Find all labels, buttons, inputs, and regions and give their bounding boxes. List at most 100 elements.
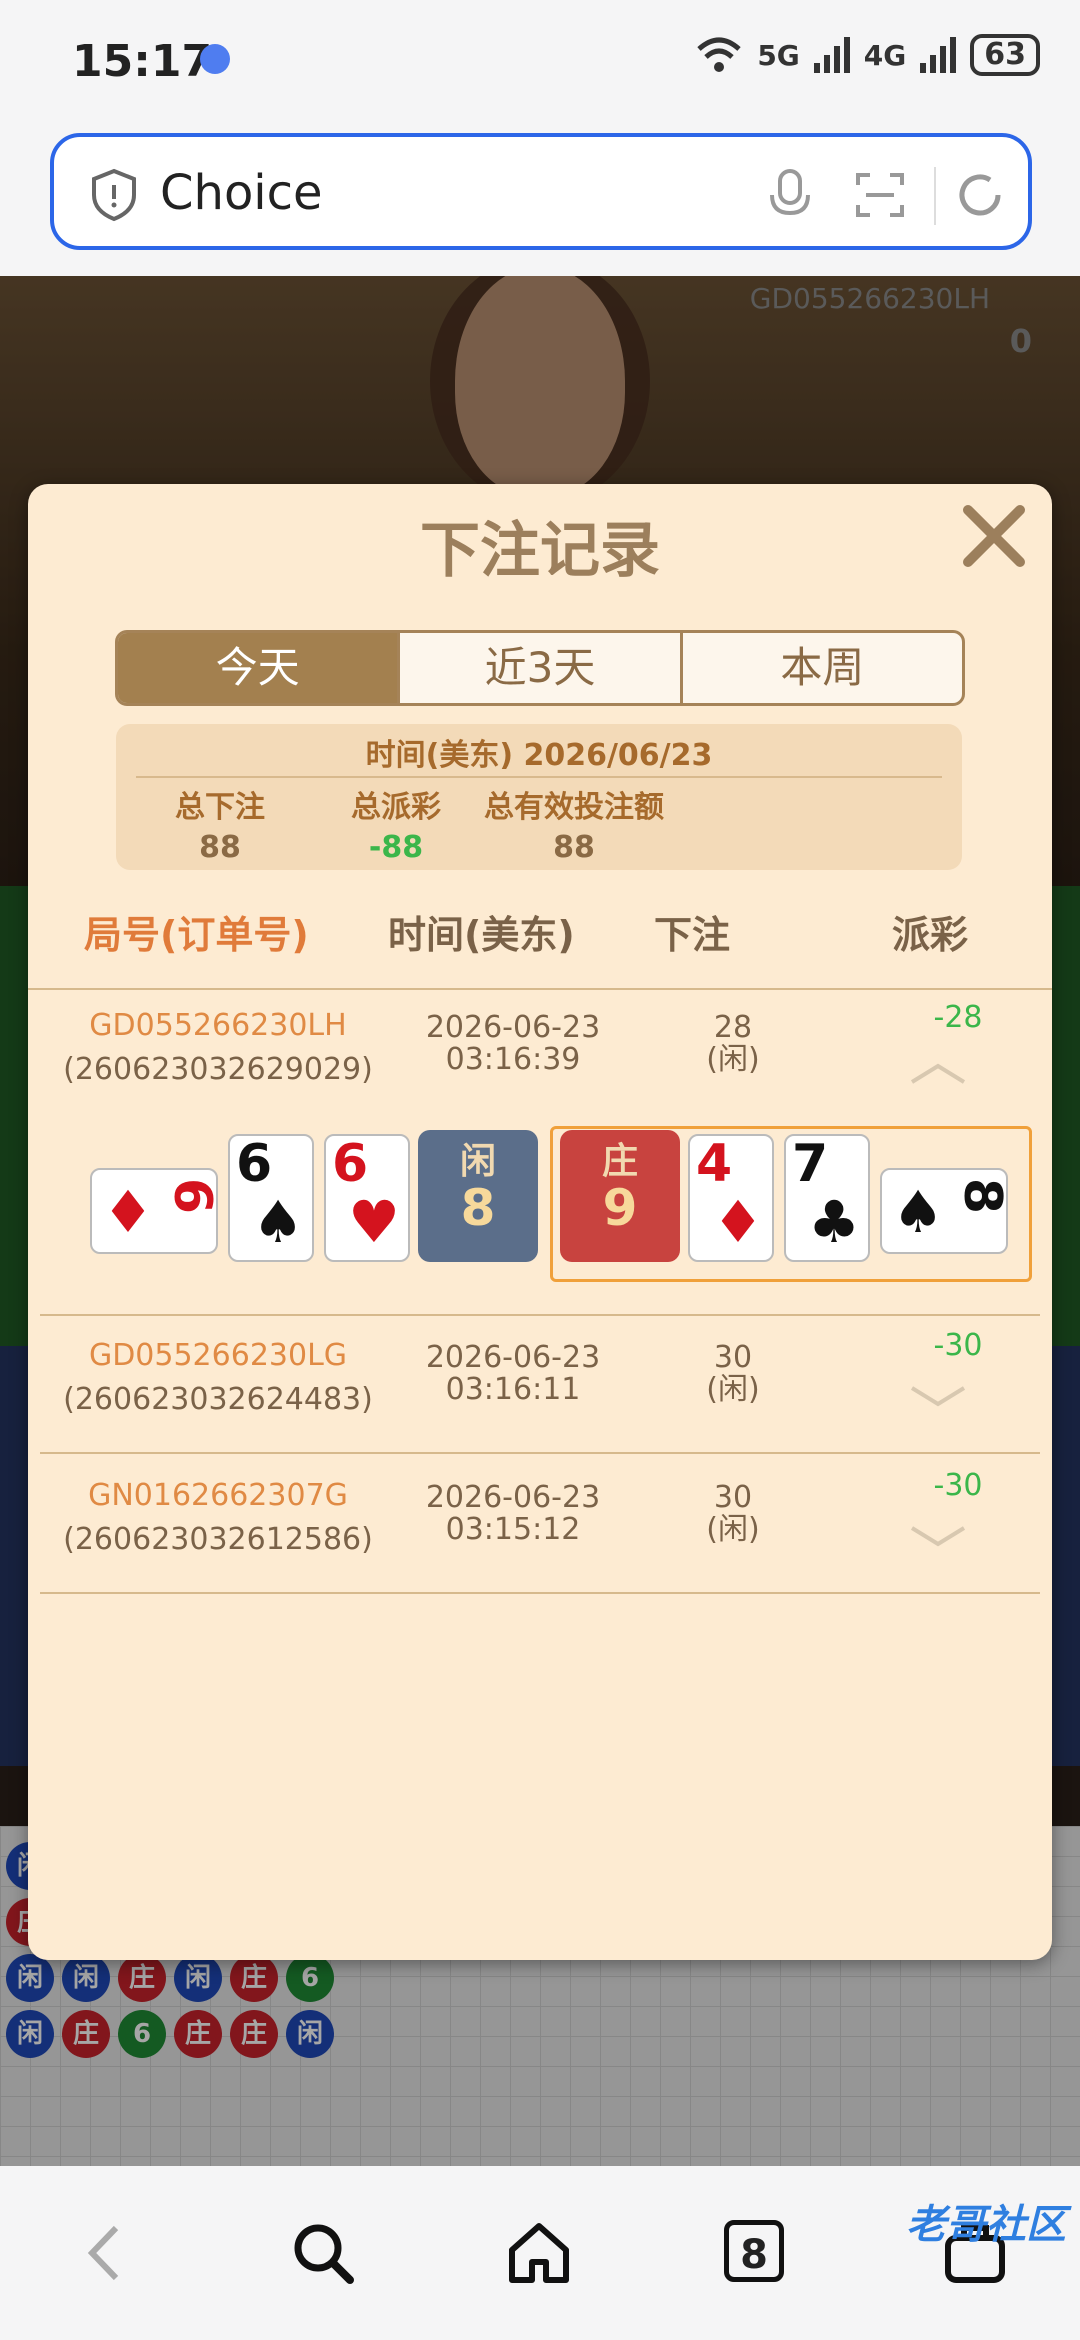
bet-cell: 28 (闲) — [658, 1012, 808, 1076]
round-result: 6 ♦ 6 ♠ 6 ♥ 闲 8 庄 9 4 ♦ 7 ♣ 8 ♠ — [28, 1126, 1052, 1282]
divider — [934, 167, 936, 225]
card-suit: ♠ — [252, 1188, 304, 1256]
tabs-count-button[interactable]: 8 — [724, 2220, 784, 2282]
header-payout: 派彩 — [892, 913, 969, 957]
battery-icon: 63 — [970, 34, 1040, 76]
order-id: (260623032629029) — [63, 1052, 373, 1087]
order-id: (260623032624483) — [63, 1382, 373, 1417]
microphone-icon[interactable] — [760, 165, 820, 225]
time-cell: 2026-06-23 03:16:11 — [383, 1342, 643, 1406]
clock: 15:17 — [72, 36, 213, 87]
bet-side: (闲) — [706, 1372, 760, 1407]
scan-icon[interactable] — [850, 165, 910, 225]
shield-icon[interactable] — [84, 165, 144, 225]
bet-cell: 30 (闲) — [658, 1342, 808, 1406]
round-cell: GD055266230LG (260623032624483) — [48, 1334, 388, 1422]
bet-time: 03:15:12 — [445, 1512, 581, 1547]
bet-date: 2026-06-23 — [425, 1480, 601, 1515]
card-rank: 6 — [162, 1177, 223, 1215]
bet-time: 03:16:39 — [445, 1042, 581, 1077]
payout-value: -30 — [933, 1468, 983, 1503]
playing-card: 6 ♦ — [90, 1168, 223, 1254]
playing-card: 6 ♠ — [228, 1134, 314, 1262]
network-5g-label: 5G — [757, 38, 800, 72]
bet-side: (闲) — [706, 1042, 760, 1077]
search-icon[interactable] — [288, 2218, 358, 2288]
divider — [40, 1452, 1040, 1454]
card-rank: 7 — [792, 1134, 829, 1194]
home-icon[interactable] — [504, 2218, 574, 2288]
card-rank: 6 — [332, 1134, 369, 1194]
banker-total-badge: 庄 9 — [560, 1130, 680, 1262]
summary-date: 时间(美东) 2026/06/23 — [365, 738, 713, 773]
watermark-logo: 老哥社区 — [906, 2202, 1066, 2248]
bet-records-dialog: 下注记录 今天 近3天 本周 时间(美东) 2026/06/23 总下注 88 … — [28, 484, 1052, 1960]
browser-bottom-bar: 8 老哥社区 — [0, 2168, 1080, 2340]
table-row[interactable]: GD055266230LG (260623032624483) 2026-06-… — [28, 1328, 1052, 1454]
playing-card: 4 ♦ — [688, 1134, 774, 1262]
table-row[interactable]: GN0162662307G (260623032612586) 2026-06-… — [28, 1468, 1052, 1594]
refresh-icon[interactable] — [950, 165, 1010, 225]
player-total-badge: 闲 8 — [418, 1130, 538, 1262]
valid-bet: 总有效投注额 88 — [434, 782, 714, 865]
banker-total: 9 — [602, 1179, 638, 1237]
wifi-icon — [697, 37, 741, 72]
bet-date: 2026-06-23 — [425, 1010, 601, 1045]
card-suit: ♦ — [712, 1188, 764, 1256]
card-suit: ♠ — [892, 1178, 944, 1246]
bet-time: 03:16:11 — [445, 1372, 581, 1407]
dialog-title: 下注记录 — [420, 516, 660, 586]
header-bet: 下注 — [654, 913, 731, 957]
valid-bet-value: 88 — [553, 830, 595, 865]
address-bar[interactable]: Choice — [50, 133, 1032, 250]
bet-cell: 30 (闲) — [658, 1482, 808, 1546]
time-cell: 2026-06-23 03:16:39 — [383, 1012, 643, 1076]
payout-value: -28 — [933, 1000, 983, 1035]
status-icons: 5G 4G 63 — [695, 34, 1040, 76]
network-4g-label: 4G — [863, 38, 907, 72]
card-rank: 6 — [236, 1134, 273, 1194]
tab-today[interactable]: 今天 — [118, 633, 401, 703]
chevron-up-icon[interactable] — [908, 1060, 968, 1086]
tab-this-week[interactable]: 本周 — [683, 633, 962, 703]
card-rank: 4 — [696, 1134, 733, 1194]
time-cell: 2026-06-23 03:15:12 — [383, 1482, 643, 1546]
card-suit: ♥ — [348, 1188, 400, 1256]
date-range-tabs: 今天 近3天 本周 — [115, 630, 965, 706]
notification-icon — [200, 44, 230, 74]
chevron-down-icon[interactable] — [908, 1524, 968, 1550]
playing-card: 7 ♣ — [784, 1134, 870, 1262]
signal-icon — [920, 37, 957, 73]
bet-amount: 28 — [713, 1010, 753, 1045]
tab-last-3-days[interactable]: 近3天 — [400, 633, 683, 703]
round-id: GD055266230LG — [88, 1338, 348, 1373]
bet-side: (闲) — [706, 1512, 760, 1547]
card-suit: ♣ — [808, 1188, 860, 1256]
order-id: (260623032612586) — [63, 1522, 373, 1557]
playing-card: 8 ♠ — [880, 1168, 1013, 1254]
table-header: 局号(订单号) 时间(美东) 下注 派彩 — [28, 904, 1052, 964]
table-row[interactable]: GD055266230LH (260623032629029) 2026-06-… — [28, 1000, 1052, 1126]
divider — [40, 1592, 1040, 1594]
card-suit: ♦ — [102, 1178, 154, 1246]
banker-label: 庄 — [601, 1141, 638, 1182]
summary-panel: 时间(美东) 2026/06/23 总下注 88 总派彩 -88 总有效投注额 … — [116, 724, 962, 870]
round-id: GN0162662307G — [88, 1478, 348, 1513]
player-label: 闲 — [459, 1141, 496, 1182]
divider — [136, 776, 942, 778]
bet-amount: 30 — [713, 1340, 753, 1375]
round-cell: GN0162662307G (260623032612586) — [48, 1474, 388, 1562]
header-time: 时间(美东) — [388, 913, 575, 957]
divider — [40, 1314, 1040, 1316]
card-rank: 8 — [952, 1177, 1013, 1215]
chevron-down-icon[interactable] — [908, 1384, 968, 1410]
address-text[interactable]: Choice — [160, 165, 323, 221]
back-icon[interactable] — [72, 2218, 142, 2288]
divider — [28, 988, 1052, 990]
bet-date: 2026-06-23 — [425, 1340, 601, 1375]
header-round-id: 局号(订单号) — [84, 913, 309, 957]
playing-card: 6 ♥ — [324, 1134, 410, 1262]
valid-bet-label: 总有效投注额 — [484, 790, 664, 825]
signal-icon — [813, 37, 850, 73]
close-icon[interactable] — [954, 496, 1034, 576]
